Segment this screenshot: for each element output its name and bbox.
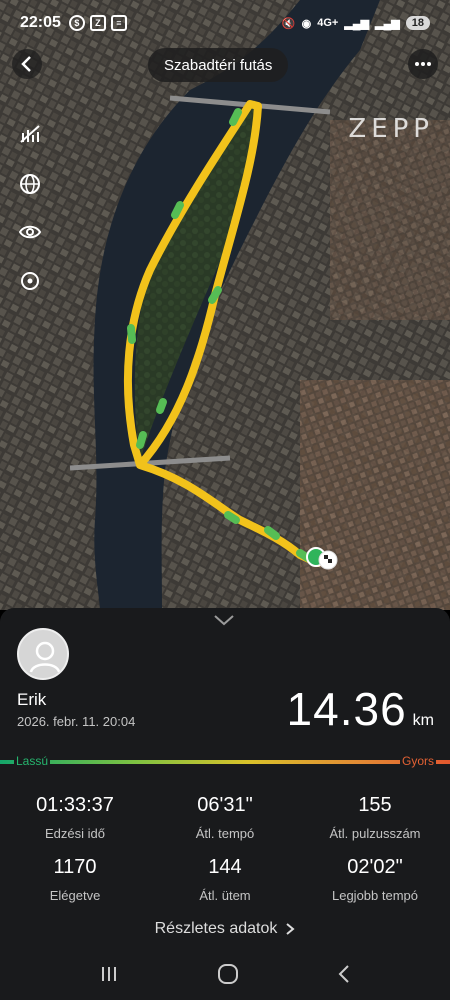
nav-back-icon[interactable]	[337, 964, 351, 984]
locate-icon	[21, 272, 39, 290]
signal-icon-2: ▂▄▆	[375, 17, 400, 30]
page-title: Szabadtéri futás	[148, 48, 289, 82]
stat-best-pace: 02'02" Legjobb tempó	[300, 856, 450, 903]
stat-label: Elégetve	[49, 888, 101, 903]
back-arrow-icon	[21, 56, 31, 72]
route-style-icon	[20, 125, 40, 143]
workout-summary-panel: Erik 2026. febr. 11. 20:04 14.36 km Lass…	[0, 608, 450, 948]
battery-level: 18	[405, 16, 430, 30]
user-name: Erik	[17, 690, 47, 709]
route-style-button[interactable]	[16, 120, 44, 148]
distance-display: 14.36 km	[287, 682, 434, 736]
stat-avg-heart-rate: 155 Átl. pulzusszám	[300, 794, 450, 841]
stat-value: 155	[358, 794, 392, 816]
stat-label: Átl. tempó	[195, 826, 255, 841]
message-icon: ≡	[110, 15, 127, 31]
stat-avg-cadence: 144 Átl. ütem	[150, 856, 300, 903]
zepp-logo: ZEPP	[348, 114, 434, 144]
pace-fast-label: Gyors	[399, 754, 436, 768]
recent-apps-icon[interactable]	[99, 965, 119, 983]
map-layer-button[interactable]	[16, 170, 44, 198]
chevron-right-icon	[286, 923, 295, 935]
stat-duration: 01:33:37 Edzési idő	[0, 794, 150, 841]
signal-icon: ▂▄▆	[344, 17, 370, 30]
zepp-app-icon: Z	[89, 15, 106, 31]
stat-label: Átl. pulzusszám	[329, 826, 421, 841]
stat-value: 06'31"	[197, 794, 253, 816]
distance-unit: km	[412, 712, 434, 729]
detailed-data-label: Részletes adatok	[154, 920, 278, 937]
mute-icon: 🔇	[281, 17, 296, 30]
detailed-data-link[interactable]: Részletes adatok	[0, 920, 450, 938]
stat-value: 144	[208, 856, 242, 878]
eye-icon	[18, 225, 42, 239]
stat-label: Edzési idő	[45, 826, 105, 841]
satellite-map-background	[0, 0, 450, 610]
locate-button[interactable]	[16, 267, 44, 295]
pace-slow-label: Lassú	[14, 754, 51, 768]
network-type: 4G+	[317, 17, 339, 29]
stat-calories: 1170 Elégetve	[0, 856, 150, 903]
status-time: 22:05	[20, 14, 61, 31]
home-icon[interactable]	[217, 963, 239, 985]
visibility-button[interactable]	[16, 218, 44, 246]
more-options-button[interactable]	[408, 49, 438, 79]
stat-value: 1170	[53, 856, 97, 878]
pace-gradient-bar	[0, 760, 450, 764]
stat-value: 01:33:37	[36, 794, 114, 816]
stat-label: Átl. ütem	[199, 888, 251, 903]
system-nav-bar	[0, 948, 450, 1000]
collapse-chevron-icon[interactable]	[213, 614, 235, 626]
stat-value: 02'02"	[347, 856, 403, 878]
back-button[interactable]	[12, 49, 42, 79]
distance-value: 14.36	[286, 683, 407, 735]
avatar[interactable]	[17, 628, 69, 680]
more-dots-icon	[415, 62, 431, 66]
location-icon: ◉	[301, 17, 312, 30]
stat-avg-pace: 06'31" Átl. tempó	[150, 794, 300, 841]
workout-date: 2026. febr. 11. 20:04	[17, 714, 136, 729]
globe-icon	[20, 174, 40, 194]
user-placeholder-icon	[29, 641, 61, 673]
status-bar: 22:05 $ Z ≡ 🔇 ◉ 4G+ ▂▄▆ ▂▄▆ 18	[0, 0, 450, 46]
route-map[interactable]: 22:05 $ Z ≡ 🔇 ◉ 4G+ ▂▄▆ ▂▄▆ 18 Szabadtér…	[0, 0, 450, 610]
notification-icon: $	[68, 15, 85, 31]
stat-label: Legjobb tempó	[331, 888, 418, 903]
